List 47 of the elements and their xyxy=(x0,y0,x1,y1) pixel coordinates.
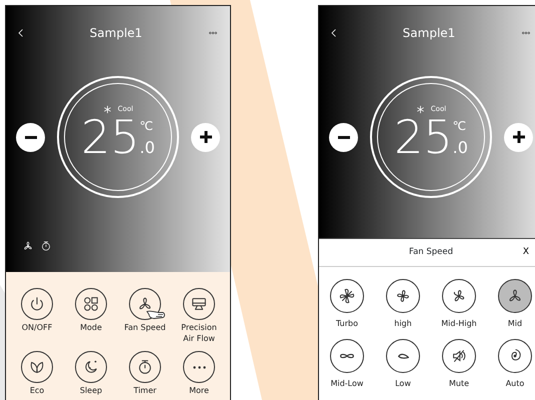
temperature-unit: ℃ xyxy=(140,120,154,132)
snowflake-icon xyxy=(102,104,112,114)
increase-button[interactable] xyxy=(504,122,533,152)
control-button[interactable]: Precision Air Flow xyxy=(172,288,226,347)
fan-speed-option[interactable]: high xyxy=(375,279,431,337)
decrease-button[interactable] xyxy=(329,122,358,152)
fan-speed-option[interactable]: Low xyxy=(375,339,431,397)
control-button[interactable]: ON/OFF xyxy=(10,288,64,347)
temperature-value: 25 xyxy=(81,114,140,160)
control-button[interactable]: Timer xyxy=(118,351,172,400)
snowflake-icon xyxy=(416,104,425,114)
air-conditioner-icon xyxy=(190,295,208,313)
fan-speed-option[interactable]: Mid xyxy=(487,279,535,337)
plus-icon xyxy=(200,131,212,143)
more-icon xyxy=(192,366,206,368)
fan-icon xyxy=(22,240,34,252)
mute-icon xyxy=(450,347,468,365)
mode-icon xyxy=(82,295,100,313)
sheet-title: Fan Speed xyxy=(408,246,454,259)
screen-title: Sample1 xyxy=(90,25,142,42)
minus-icon xyxy=(24,136,36,138)
timer-icon xyxy=(40,240,52,252)
temperature-decimal: .0 xyxy=(452,140,468,156)
fan-icon xyxy=(340,353,354,359)
fan-speed-option[interactable]: Auto xyxy=(487,339,535,397)
fan-icon xyxy=(394,287,412,305)
fan-speed-option[interactable]: Mid-High xyxy=(431,279,487,337)
fan-icon xyxy=(338,287,356,305)
plus-icon xyxy=(512,131,524,143)
screen-title: Sample1 xyxy=(402,25,456,42)
minus-icon xyxy=(338,136,350,138)
close-button[interactable]: X xyxy=(522,246,529,260)
fan-speed-option[interactable]: Turbo xyxy=(319,279,375,337)
control-button[interactable]: Mode xyxy=(64,288,118,347)
control-button[interactable]: Fan Speed xyxy=(118,288,172,347)
control-button[interactable]: Sleep xyxy=(64,351,118,400)
fan-speed-option[interactable]: Mute xyxy=(431,339,487,397)
control-button[interactable]: Eco xyxy=(10,351,64,400)
fan-speed-option[interactable]: Mid-Low xyxy=(319,339,375,397)
timer-icon xyxy=(136,358,154,376)
increase-button[interactable] xyxy=(191,122,220,152)
control-button[interactable]: More xyxy=(172,351,226,400)
temperature-unit: ℃ xyxy=(452,120,468,132)
temperature-value: 25 xyxy=(394,114,453,160)
decrease-button[interactable] xyxy=(16,122,45,152)
temperature-decimal: .0 xyxy=(140,140,155,156)
power-icon xyxy=(28,295,46,313)
